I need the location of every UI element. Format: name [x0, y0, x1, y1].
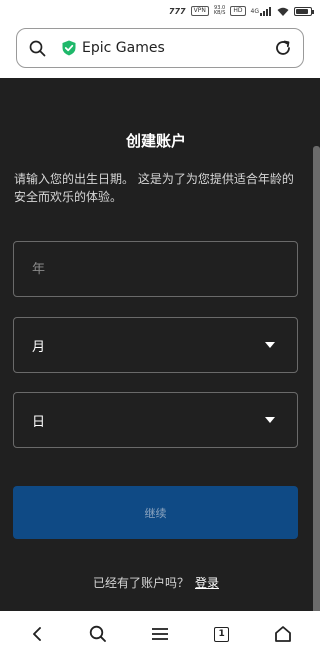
month-select[interactable]: 月 [13, 317, 298, 373]
day-select-label: 日 [32, 414, 46, 430]
network-type: 4G [250, 7, 259, 15]
hd-icon: HD [230, 6, 246, 16]
year-input[interactable] [32, 261, 279, 277]
back-button[interactable] [17, 614, 57, 654]
page-title: 创建账户 [125, 132, 186, 150]
site-name[interactable]: Epic Games [82, 40, 273, 56]
chevron-down-icon[interactable] [265, 342, 275, 348]
signal-icon: 4G [250, 6, 272, 16]
status-bar: 777 VPN 93.0 KB/S HD 4G [0, 0, 320, 22]
login-prompt: 已经有了账户吗？ [92, 576, 189, 590]
secure-shield-icon[interactable] [61, 40, 77, 56]
menu-icon [151, 628, 168, 640]
month-select-label: 月 [32, 339, 46, 355]
battery-level [296, 8, 308, 14]
network-speed-unit: KB/S [213, 10, 226, 16]
day-select[interactable]: 日 [13, 392, 298, 448]
chevron-down-icon[interactable] [265, 417, 275, 423]
network-speed: 93.0 KB/S [214, 6, 226, 16]
search-icon [90, 625, 107, 642]
browser-navbar: 1 [0, 611, 320, 657]
birthdate-description: 请输入您的出生日期。 这是为了为您提供适合年龄的安全而欢乐的体验。 [14, 172, 294, 204]
carrier-icon: 777 [168, 6, 186, 16]
search-icon[interactable] [27, 38, 47, 58]
continue-button[interactable]: 继续 [13, 486, 298, 539]
wifi-icon [277, 7, 289, 16]
battery-icon [294, 6, 314, 16]
login-link[interactable]: 登录 [195, 576, 219, 590]
vpn-icon: VPN [190, 6, 209, 16]
tabs-button[interactable]: 1 [202, 614, 242, 654]
login-prompt-row: 已经有了账户吗？ 登录 [0, 574, 312, 591]
tab-count-icon: 1 [214, 626, 230, 642]
search-button[interactable] [78, 614, 118, 654]
home-icon [275, 626, 292, 642]
address-bar[interactable]: Epic Games [16, 28, 304, 68]
web-page: 创建账户 请输入您的出生日期。 这是为了为您提供适合年龄的安全而欢乐的体验。 月… [0, 78, 320, 611]
year-field[interactable] [13, 241, 298, 297]
menu-button[interactable] [140, 614, 180, 654]
back-icon [32, 627, 41, 641]
reload-icon[interactable] [273, 38, 293, 58]
browser-toolbar: Epic Games [0, 22, 320, 78]
page-scrollbar[interactable] [313, 146, 320, 611]
home-button[interactable] [263, 614, 303, 654]
